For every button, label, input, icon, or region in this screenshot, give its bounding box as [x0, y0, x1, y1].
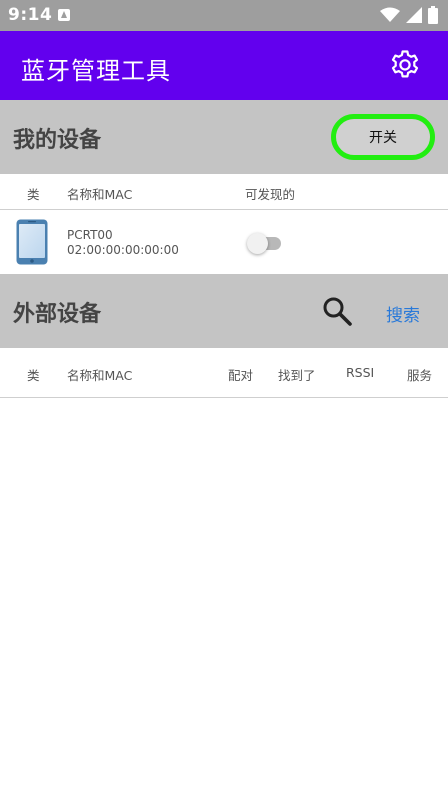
device-name: PCRT00 — [67, 228, 113, 242]
my-devices-title: 我的设备 — [13, 128, 102, 153]
column-rssi: RSSI — [346, 365, 375, 380]
column-name-mac: 名称和MAC — [67, 368, 133, 383]
column-discoverable: 可发现的 — [245, 187, 296, 202]
column-paired: 配对 — [228, 368, 254, 383]
status-bar: 9:14 — [0, 0, 448, 31]
external-devices-header: 外部设备 搜索 — [0, 274, 448, 348]
bluetooth-toggle-button[interactable]: 开关 — [331, 114, 435, 160]
my-devices-header: 我的设备 开关 — [0, 100, 448, 174]
toggle-button-label: 开关 — [369, 130, 397, 146]
battery-icon — [428, 6, 438, 24]
notification-a-icon — [58, 9, 70, 21]
phone-icon — [16, 219, 48, 265]
signal-icon — [406, 7, 422, 23]
gear-icon[interactable] — [389, 49, 421, 81]
wifi-icon — [380, 7, 400, 22]
device-mac: 02:00:00:00:00:00 — [67, 243, 179, 257]
app-bar: 蓝牙管理工具 — [0, 31, 448, 100]
system-icons — [380, 6, 438, 24]
search-icon[interactable] — [322, 296, 352, 326]
switch-thumb — [247, 233, 268, 254]
list-item[interactable]: PCRT00 02:00:00:00:00:00 — [0, 210, 448, 274]
my-devices-column-header: 类 名称和MAC 可发现的 — [0, 174, 448, 210]
column-type: 类 — [27, 187, 40, 202]
discoverable-switch[interactable] — [247, 233, 283, 254]
external-devices-title: 外部设备 — [13, 302, 102, 327]
column-found: 找到了 — [278, 368, 316, 383]
app-title: 蓝牙管理工具 — [21, 57, 171, 85]
column-services: 服务 — [407, 368, 433, 383]
column-type: 类 — [27, 368, 40, 383]
search-button[interactable]: 搜索 — [386, 301, 420, 326]
column-name-mac: 名称和MAC — [67, 187, 133, 202]
status-time: 9:14 — [8, 5, 53, 25]
external-devices-list — [0, 398, 448, 796]
external-devices-column-header: 类 名称和MAC 配对 找到了 RSSI 服务 — [0, 348, 448, 398]
